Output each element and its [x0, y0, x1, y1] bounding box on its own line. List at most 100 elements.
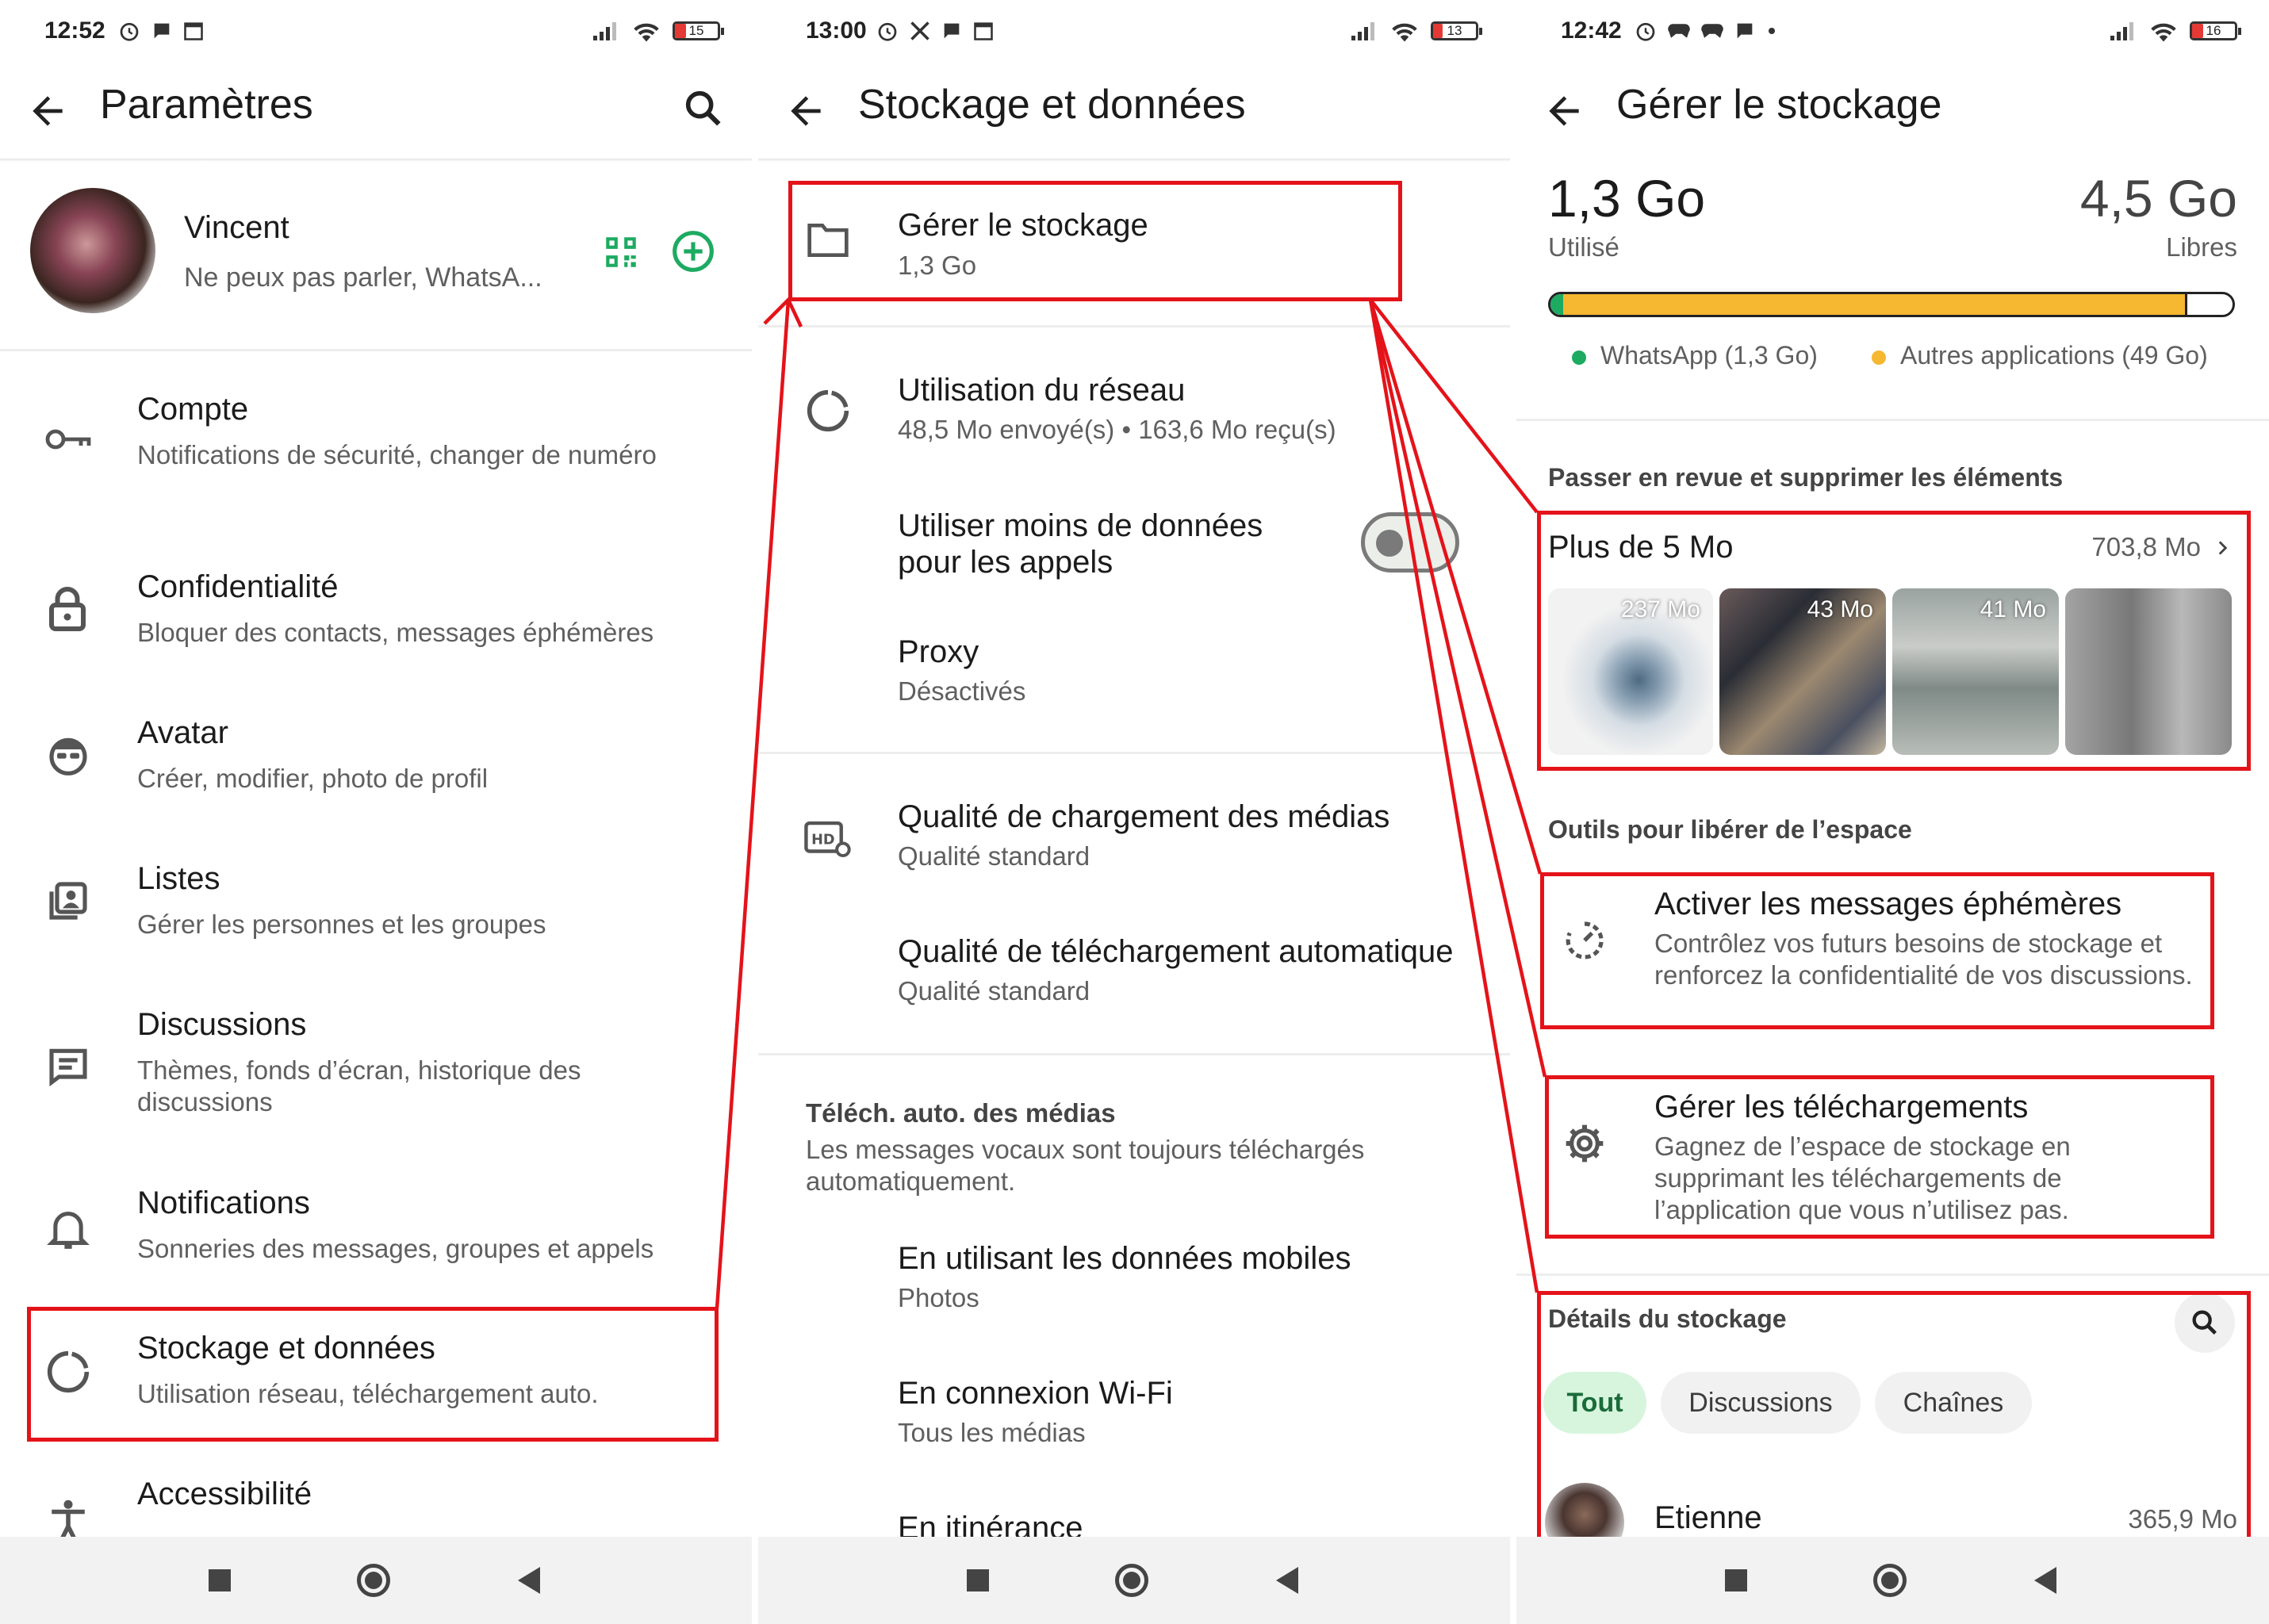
settings-item-subtitle: Créer, modifier, photo de profil [137, 764, 489, 793]
search-icon[interactable] [680, 86, 726, 132]
download-quality-title: Qualité de téléchargement automatique [898, 934, 1454, 969]
back-button[interactable] [518, 1567, 540, 1594]
back-arrow-icon[interactable] [1542, 89, 1586, 133]
add-account-icon[interactable] [671, 229, 715, 274]
storage-bar-others [1563, 294, 2188, 315]
section-divider [1516, 1274, 2269, 1276]
settings-item-avatar[interactable]: Avatar Créer, modifier, photo de profil [0, 715, 752, 818]
free-value: 4,5 Go [2079, 169, 2237, 228]
chat-bubble-icon [1737, 23, 1753, 39]
app-bar-shadow [0, 159, 752, 162]
free-label: Libres [2166, 232, 2237, 262]
system-nav-bar [758, 1537, 1510, 1624]
page-title: Stockage et données [858, 82, 1246, 128]
settings-item-notifications[interactable]: Notifications Sonneries des messages, gr… [0, 1185, 752, 1289]
settings-item-discussions[interactable]: Discussions Thèmes, fonds d’écran, histo… [0, 1007, 752, 1142]
storage-bar-whatsapp [1550, 294, 1564, 315]
used-value: 1,3 Go [1548, 169, 1706, 228]
upload-quality-title: Qualité de chargement des médias [898, 799, 1390, 834]
toggle-thumb [1376, 530, 1403, 557]
recents-button[interactable] [1725, 1569, 1747, 1591]
avatar[interactable] [30, 188, 155, 313]
status-bar: 12:42 16 [1516, 0, 2269, 65]
signal-icon [1351, 22, 1374, 40]
avatar-icon [49, 737, 87, 776]
section-divider [758, 752, 1510, 754]
legend-whatsapp: WhatsApp (1,3 Go) [1572, 341, 1818, 370]
auto-download-header: Téléch. auto. des médias [806, 1098, 1116, 1128]
recents-button[interactable] [967, 1569, 989, 1591]
proxy-row[interactable]: Proxy Désactivés [758, 634, 1510, 722]
review-header: Passer en revue et supprimer les élément… [1548, 463, 2064, 492]
settings-item-listes[interactable]: Listes Gérer les personnes et les groupe… [0, 861, 752, 964]
wifi-icon [634, 23, 659, 42]
data-usage-icon [807, 389, 849, 432]
section-divider [758, 325, 1510, 327]
wifi-icon [2151, 23, 2176, 42]
app-bar: Gérer le stockage [1516, 71, 2269, 159]
back-arrow-icon[interactable] [25, 89, 70, 133]
home-button[interactable] [357, 1564, 390, 1597]
status-notification-icons [117, 19, 205, 43]
legend-dot-whatsapp [1572, 350, 1586, 365]
legend-whatsapp-label: WhatsApp (1,3 Go) [1600, 341, 1818, 370]
used-label: Utilisé [1548, 232, 1619, 262]
profile-status: Ne peux pas parler, WhatsA... [184, 262, 542, 293]
signal-icon [2110, 22, 2133, 40]
back-button[interactable] [1276, 1567, 1298, 1594]
proxy-title: Proxy [898, 634, 979, 669]
status-bar: 13:00 13 [758, 0, 1510, 65]
alarm-icon [120, 22, 139, 41]
calendar-icon [184, 22, 203, 40]
settings-item-compte[interactable]: Compte Notifications de sécurité, change… [0, 389, 752, 523]
profile-name: Vincent [184, 210, 289, 245]
battery-indicator: 15 [673, 21, 724, 40]
bell-icon [47, 1212, 90, 1249]
recents-button[interactable] [209, 1569, 231, 1591]
back-button[interactable] [2034, 1567, 2056, 1594]
battery-indicator: 16 [2190, 21, 2241, 40]
less-data-toggle[interactable] [1361, 512, 1459, 573]
highlight-box-manage [788, 181, 1402, 301]
calendar-icon [974, 22, 993, 40]
profile-row[interactable]: Vincent Ne peux pas parler, WhatsA... [0, 178, 752, 349]
upload-quality-row[interactable]: HD Qualité de chargement des médias Qual… [758, 799, 1510, 887]
settings-item-title: Listes [137, 861, 220, 896]
section-divider [758, 1053, 1510, 1055]
settings-item-subtitle: Sonneries des messages, groupes et appel… [137, 1234, 654, 1263]
manage-storage-screen: 12:42 16 Gérer le stockage 1,3 Go Utilis… [1516, 0, 2269, 1624]
legend-others: Autres applications (49 Go) [1872, 341, 2208, 370]
wifi-title: En connexion Wi-Fi [898, 1376, 1173, 1411]
upload-quality-subtitle: Qualité standard [898, 841, 1090, 871]
app-bar-shadow [758, 159, 1510, 162]
lists-icon [49, 882, 87, 920]
settings-item-accessibilite[interactable]: Accessibilité [0, 1477, 752, 1542]
mobile-data-row[interactable]: En utilisant les données mobiles Photos [758, 1241, 1510, 1328]
home-button[interactable] [1115, 1564, 1148, 1597]
home-button[interactable] [1873, 1564, 1907, 1597]
status-system-icons: 16 [2109, 19, 2241, 43]
settings-item-subtitle: Notifications de sécurité, changer de nu… [137, 440, 657, 469]
less-data-calls-row[interactable]: Utiliser moins de données pour les appel… [758, 508, 1510, 595]
settings-item-title: Discussions [137, 1007, 307, 1042]
network-usage-row[interactable]: Utilisation du réseau 48,5 Mo envoyé(s) … [758, 373, 1510, 460]
settings-item-title: Accessibilité [137, 1477, 312, 1511]
wifi-icon [1392, 23, 1417, 42]
highlight-box-large-files [1537, 511, 2251, 771]
battery-indicator: 13 [1431, 21, 1482, 40]
storage-data-screen: 13:00 13 Stockage et données Gérer le st… [758, 0, 1510, 1624]
lock-icon [49, 587, 86, 631]
wifi-row[interactable]: En connexion Wi-Fi Tous les médias [758, 1376, 1510, 1463]
highlight-box-ephemeral [1540, 872, 2214, 1029]
qr-code-icon[interactable] [601, 232, 641, 272]
tools-header: Outils pour libérer de l’espace [1548, 815, 1912, 844]
download-quality-row[interactable]: Qualité de téléchargement automatique Qu… [758, 934, 1510, 1021]
status-time: 13:00 [806, 17, 867, 44]
back-arrow-icon[interactable] [784, 89, 828, 133]
auto-download-note: Les messages vocaux sont toujours téléch… [806, 1135, 1365, 1196]
highlight-box-downloads [1545, 1075, 2214, 1239]
highlight-box-details [1537, 1291, 2251, 1542]
settings-item-confidentialite[interactable]: Confidentialité Bloquer des contacts, me… [0, 569, 752, 672]
chat-icon [49, 1048, 87, 1087]
settings-item-title: Compte [137, 392, 249, 427]
